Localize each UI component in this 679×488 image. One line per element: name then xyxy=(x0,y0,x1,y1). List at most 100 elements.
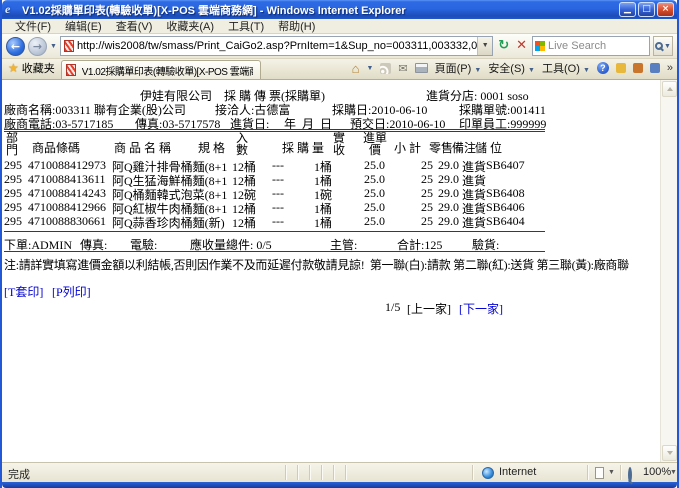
cell-subtotal: 25 xyxy=(407,186,433,201)
footnote: 注:請詳實填寫進價金額以利結帳,否則因作業不及而延遲付款敬請見諒! 第一聯(白)… xyxy=(4,256,629,273)
cell-subtotal: 25 xyxy=(407,214,433,229)
cell-retail: 29.0 xyxy=(438,214,459,229)
menu-tools[interactable]: 工具(T) xyxy=(221,18,271,34)
cell-subtotal: 25 xyxy=(407,172,433,187)
search-options-icon[interactable]: ▼ xyxy=(664,43,671,50)
print-link[interactable]: [P列印] xyxy=(52,283,91,300)
zoom-caret-icon[interactable]: ▼ xyxy=(670,469,677,476)
next-vendor-link[interactable]: [下一家] xyxy=(459,300,503,317)
history-dropdown-icon[interactable]: ▼ xyxy=(50,43,57,50)
snapshot-icon[interactable] xyxy=(650,63,660,73)
print-icon[interactable] xyxy=(415,63,428,73)
forward-button[interactable]: → xyxy=(28,37,47,56)
cell-innum: 12桶 xyxy=(232,214,256,231)
title-bar: e V1.02採購單印表(轉驗收單)[X-POS 雲端商務網] - Window… xyxy=(2,0,677,19)
col-header-note: 備注 xyxy=(452,139,476,156)
favorites-button[interactable]: ★ 收藏夹 xyxy=(6,60,61,79)
stop-icon[interactable]: ✕ xyxy=(514,36,529,56)
window-title: V1.02採購單印表(轉驗收單)[X-POS 雲端商務網] - Windows … xyxy=(22,2,619,18)
minimize-button[interactable]: ▁ xyxy=(619,2,636,17)
col-header-loc: 儲 位 xyxy=(475,139,502,156)
tab-title: V1.02採購單印表(轉驗收單)[X-POS 雲端商務網] xyxy=(82,63,253,78)
cell-dash: --- xyxy=(272,158,284,173)
menu-favorites[interactable]: 收藏夹(A) xyxy=(159,18,221,34)
col-header-recv: 實 收 xyxy=(331,132,347,156)
cell-dash: --- xyxy=(272,186,284,201)
search-input[interactable] xyxy=(548,40,647,52)
table-row: 295 4710088412966 阿Q紅椒牛肉桶麵(8+1 12桶 --- 1… xyxy=(2,200,660,213)
page-content: 伊娃有限公司 採 購 傳 票(採購單) 進貨分店: 0001 soso 廠商名稱… xyxy=(2,80,677,462)
refresh-icon[interactable]: ↻ xyxy=(496,36,511,56)
status-separator xyxy=(309,465,311,480)
mail-icon[interactable]: ✉ xyxy=(398,62,407,75)
favorites-label: 收藏夹 xyxy=(22,60,55,76)
page-menu-caret-icon: ▼ xyxy=(474,67,481,74)
scroll-up-button[interactable] xyxy=(662,81,677,97)
scroll-down-icon xyxy=(667,451,673,455)
safety-menu-button[interactable]: 安全(S) ▼ xyxy=(488,60,535,76)
cell-dept: 295 xyxy=(4,158,22,173)
safety-menu-label: 安全(S) xyxy=(488,63,525,75)
cell-price: 25.0 xyxy=(364,214,385,229)
menu-view[interactable]: 查看(V) xyxy=(109,18,160,34)
cell-subtotal: 25 xyxy=(407,200,433,215)
col-header-innum: 入 數 xyxy=(234,132,250,156)
cell-retail: 29.0 xyxy=(438,172,459,187)
search-button[interactable]: ▼ xyxy=(653,36,673,56)
cell-loc: SB6407 xyxy=(486,158,525,173)
stamp-print-link[interactable]: [T套印] xyxy=(4,283,43,300)
change-view-caret-icon[interactable]: ▼ xyxy=(608,469,615,476)
search-box[interactable] xyxy=(532,36,650,56)
home-dropdown-icon[interactable]: ▼ xyxy=(366,65,373,72)
tab-active[interactable]: V1.02採購單印表(轉驗收單)[X-POS 雲端商務網] xyxy=(61,60,261,79)
zoom-level[interactable]: 100% xyxy=(643,466,671,478)
messenger-icon[interactable] xyxy=(616,63,626,73)
more-commands-icon[interactable]: » xyxy=(667,62,673,74)
zoom-magnifier-icon[interactable] xyxy=(628,469,632,481)
close-button[interactable]: × xyxy=(657,2,674,17)
home-icon[interactable]: ⌂ xyxy=(352,62,360,75)
menu-edit[interactable]: 编辑(E) xyxy=(58,18,109,34)
status-separator xyxy=(333,465,335,480)
command-bar: ⌂ ▼ ✉ 頁面(P) ▼ 安全(S) ▼ 工具(O) ▼ ? » xyxy=(352,60,673,79)
page-menu-button[interactable]: 頁面(P) ▼ xyxy=(435,60,482,76)
window-controls: ▁ □ × xyxy=(619,2,674,17)
menu-help[interactable]: 帮助(H) xyxy=(271,18,322,34)
page-menu-label: 頁面(P) xyxy=(435,63,472,75)
col-header-name: 商 品 名 稱 xyxy=(114,139,171,156)
back-button[interactable]: ← xyxy=(6,37,25,56)
table-row: 295 4710088413611 阿Q生猛海鮮桶麵(8+1 12桶 --- 1… xyxy=(2,172,660,185)
favorites-tab-bar: ★ 收藏夹 V1.02採購單印表(轉驗收單)[X-POS 雲端商務網] ⌂ ▼ … xyxy=(2,59,677,80)
cell-loc: SB6408 xyxy=(486,186,525,201)
col-header-price: 進單 價 xyxy=(360,132,390,156)
scroll-up-icon xyxy=(667,87,673,91)
cell-dept: 295 xyxy=(4,200,22,215)
maximize-button[interactable]: □ xyxy=(638,2,655,17)
feeds-icon[interactable] xyxy=(380,63,391,74)
status-separator xyxy=(472,465,474,480)
url-input[interactable] xyxy=(77,38,477,54)
status-text: 完成 xyxy=(8,466,30,482)
address-dropdown-icon[interactable]: ▼ xyxy=(477,37,492,55)
page-indicator: 1/5 xyxy=(385,300,400,315)
tools-menu-button[interactable]: 工具(O) ▼ xyxy=(542,60,590,76)
status-bar: 完成 Internet ▼ 100% ▼ xyxy=(2,462,677,482)
browser-window: e V1.02採購單印表(轉驗收單)[X-POS 雲端商務網] - Window… xyxy=(0,0,679,488)
divider-note xyxy=(4,251,545,252)
help-icon[interactable]: ? xyxy=(597,62,609,74)
vertical-scrollbar[interactable] xyxy=(660,80,677,462)
divider-summary xyxy=(4,231,545,232)
cell-barcode: 4710088412966 xyxy=(28,200,106,215)
security-zone: Internet xyxy=(499,466,536,478)
cell-barcode: 4710088830661 xyxy=(28,214,106,229)
cell-dash: --- xyxy=(272,214,284,229)
change-view-icon[interactable] xyxy=(595,467,604,479)
table-row: 295 4710088412973 阿Q雞汁排骨桶麵(8+1 12桶 --- 1… xyxy=(2,158,660,171)
status-separator xyxy=(297,465,299,480)
address-bar[interactable]: ▼ xyxy=(60,36,493,56)
onenote-icon[interactable] xyxy=(633,63,643,73)
scroll-down-button[interactable] xyxy=(662,445,677,461)
tab-favicon xyxy=(66,64,76,76)
menu-file[interactable]: 文件(F) xyxy=(8,18,58,34)
col-header-subtotal: 小 計 xyxy=(394,139,421,156)
